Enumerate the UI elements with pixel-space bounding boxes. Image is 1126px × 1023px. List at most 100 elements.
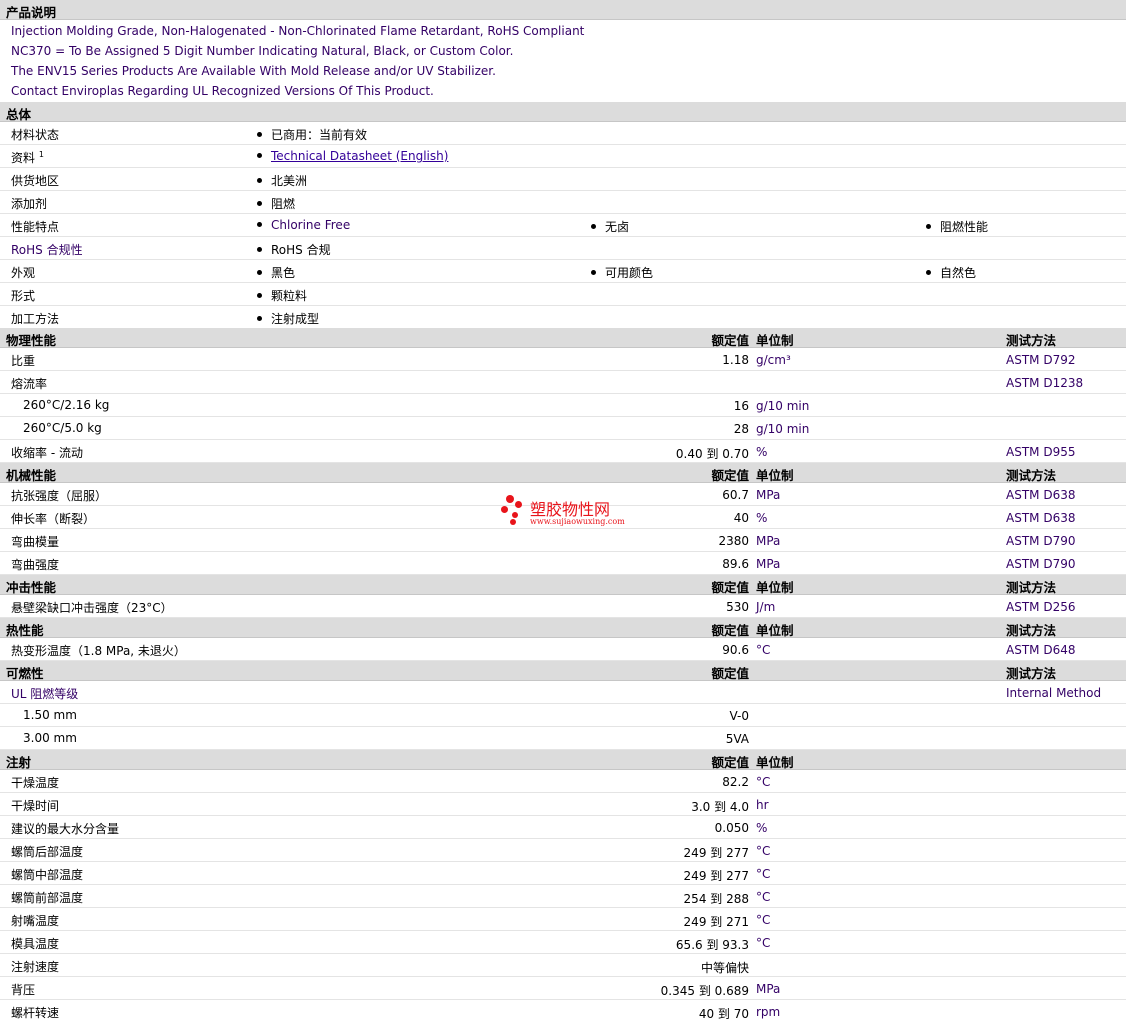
- property-unit: °C: [756, 643, 771, 657]
- property-label: 熔流率: [11, 377, 48, 391]
- method-column-header: 测试方法: [1006, 623, 1057, 638]
- test-method: ASTM D790: [1006, 534, 1076, 548]
- general-row: 材料状态 已商用：当前有效: [0, 122, 1126, 145]
- unit-column-header: 单位制: [756, 623, 794, 638]
- test-method: ASTM D1238: [1006, 376, 1084, 390]
- value-column-header: 额定值: [711, 623, 749, 638]
- property-row: 1.50 mm V-0: [0, 704, 1126, 727]
- bullet-item: 北美洲: [257, 172, 307, 189]
- property-value: 0.345 到 0.689: [660, 984, 749, 998]
- property-row: 3.00 mm 5VA: [0, 727, 1126, 750]
- property-label: 热变形温度（1.8 MPa, 未退火）: [11, 644, 186, 658]
- watermark-logo: 塑胶物性网 www.sujiaowuxing.com: [500, 494, 640, 530]
- property-label: 干燥时间: [11, 799, 60, 813]
- bullet-item: 颗粒料: [257, 287, 307, 304]
- test-method: ASTM D648: [1006, 643, 1076, 657]
- property-unit: MPa: [756, 534, 781, 548]
- bullet-item: 黑色: [257, 264, 295, 281]
- row-label: RoHS 合规性: [11, 243, 83, 257]
- property-label: 螺杆转速: [11, 1006, 60, 1020]
- datasheet-link[interactable]: Technical Datasheet (English): [271, 149, 448, 163]
- bullet-item: 阻燃: [257, 195, 295, 212]
- property-row: 热变形温度（1.8 MPa, 未退火） 90.6 °C ASTM D648: [0, 638, 1126, 661]
- property-row: 干燥时间 3.0 到 4.0 hr: [0, 793, 1126, 816]
- property-value: 40 到 70: [698, 1007, 749, 1021]
- value-column-header: 额定值: [711, 666, 749, 681]
- property-label: UL 阻燃等级: [11, 687, 79, 701]
- property-unit: g/10 min: [756, 399, 810, 413]
- property-unit: g/cm³: [756, 353, 791, 367]
- bullet-item: Chlorine Free: [257, 218, 350, 232]
- unit-column-header: 单位制: [756, 468, 794, 483]
- property-unit: g/10 min: [756, 422, 810, 436]
- property-unit: °C: [756, 775, 771, 789]
- property-label: 抗张强度（屈服）: [11, 489, 108, 503]
- description-line: Injection Molding Grade, Non-Halogenated…: [11, 24, 585, 38]
- property-value: 40: [733, 511, 749, 525]
- property-unit: MPa: [756, 982, 781, 996]
- unit-column-header: 单位制: [756, 580, 794, 595]
- property-value: 5VA: [725, 732, 749, 746]
- property-unit: %: [756, 821, 768, 835]
- property-row: 熔流率 ASTM D1238: [0, 371, 1126, 394]
- property-row: 收缩率 - 流动 0.40 到 0.70 % ASTM D955: [0, 440, 1126, 463]
- property-label: 比重: [11, 354, 36, 368]
- property-unit: MPa: [756, 557, 781, 571]
- row-label: 材料状态: [11, 128, 60, 142]
- property-row: 比重 1.18 g/cm³ ASTM D792: [0, 348, 1126, 371]
- mechanical-header: 机械性能 额定值 单位制 测试方法: [0, 463, 1126, 483]
- property-unit: °C: [756, 890, 771, 904]
- flammability-header: 可燃性 额定值 测试方法: [0, 661, 1126, 681]
- general-row: 性能特点 Chlorine Free 无卤 阻燃性能: [0, 214, 1126, 237]
- property-unit: °C: [756, 867, 771, 881]
- section-title: 注射: [6, 755, 32, 770]
- section-title: 机械性能: [6, 468, 57, 483]
- property-value: 249 到 277: [683, 846, 749, 860]
- description-line: The ENV15 Series Products Are Available …: [11, 64, 496, 78]
- bullet-item: RoHS 合规: [257, 241, 331, 258]
- property-sublabel: 3.00 mm: [23, 731, 77, 745]
- method-column-header: 测试方法: [1006, 333, 1057, 348]
- property-label: 注射速度: [11, 960, 60, 974]
- test-method: ASTM D790: [1006, 557, 1076, 571]
- property-unit: °C: [756, 936, 771, 950]
- injection-header: 注射 额定值 单位制: [0, 750, 1126, 770]
- property-unit: °C: [756, 913, 771, 927]
- row-label: 加工方法: [11, 312, 60, 326]
- row-label: 性能特点: [11, 220, 60, 234]
- property-value: 28: [733, 422, 749, 436]
- property-label: 伸长率（断裂）: [11, 512, 96, 526]
- product-description-header: 产品说明: [0, 0, 1126, 20]
- property-value: 65.6 到 93.3: [675, 938, 749, 952]
- bullet-item: 无卤: [591, 218, 629, 235]
- property-value: 1.18: [722, 353, 749, 367]
- property-label: 建议的最大水分含量: [11, 822, 120, 836]
- general-row: RoHS 合规性 RoHS 合规: [0, 237, 1126, 260]
- row-label: 供货地区: [11, 174, 60, 188]
- description-line: Contact Enviroplas Regarding UL Recogniz…: [11, 84, 434, 98]
- property-sublabel: 260°C/2.16 kg: [23, 398, 110, 412]
- property-row: 背压 0.345 到 0.689 MPa: [0, 977, 1126, 1000]
- bullet-item: 阻燃性能: [926, 218, 988, 235]
- test-method: ASTM D792: [1006, 353, 1076, 367]
- property-row: 螺筒中部温度 249 到 277 °C: [0, 862, 1126, 885]
- property-value: 249 到 271: [683, 915, 749, 929]
- test-method: ASTM D638: [1006, 488, 1076, 502]
- property-label: 弯曲强度: [11, 558, 60, 572]
- property-value: 89.6: [722, 557, 749, 571]
- property-sublabel: 1.50 mm: [23, 708, 77, 722]
- impact-header: 冲击性能 额定值 单位制 测试方法: [0, 575, 1126, 595]
- property-value: 530: [726, 600, 749, 614]
- property-row: 螺筒后部温度 249 到 277 °C: [0, 839, 1126, 862]
- unit-column-header: 单位制: [756, 755, 794, 770]
- property-row: 260°C/5.0 kg 28 g/10 min: [0, 417, 1126, 440]
- bullet-item: 可用颜色: [591, 264, 653, 281]
- row-label: 外观: [11, 266, 36, 280]
- property-value: 82.2: [722, 775, 749, 789]
- property-value: 249 到 277: [683, 869, 749, 883]
- property-unit: %: [756, 511, 768, 525]
- property-row: 弯曲强度 89.6 MPa ASTM D790: [0, 552, 1126, 575]
- property-row: 注射速度 中等偏快: [0, 954, 1126, 977]
- bullet-item: 已商用：当前有效: [257, 126, 367, 143]
- section-title: 可燃性: [6, 666, 44, 681]
